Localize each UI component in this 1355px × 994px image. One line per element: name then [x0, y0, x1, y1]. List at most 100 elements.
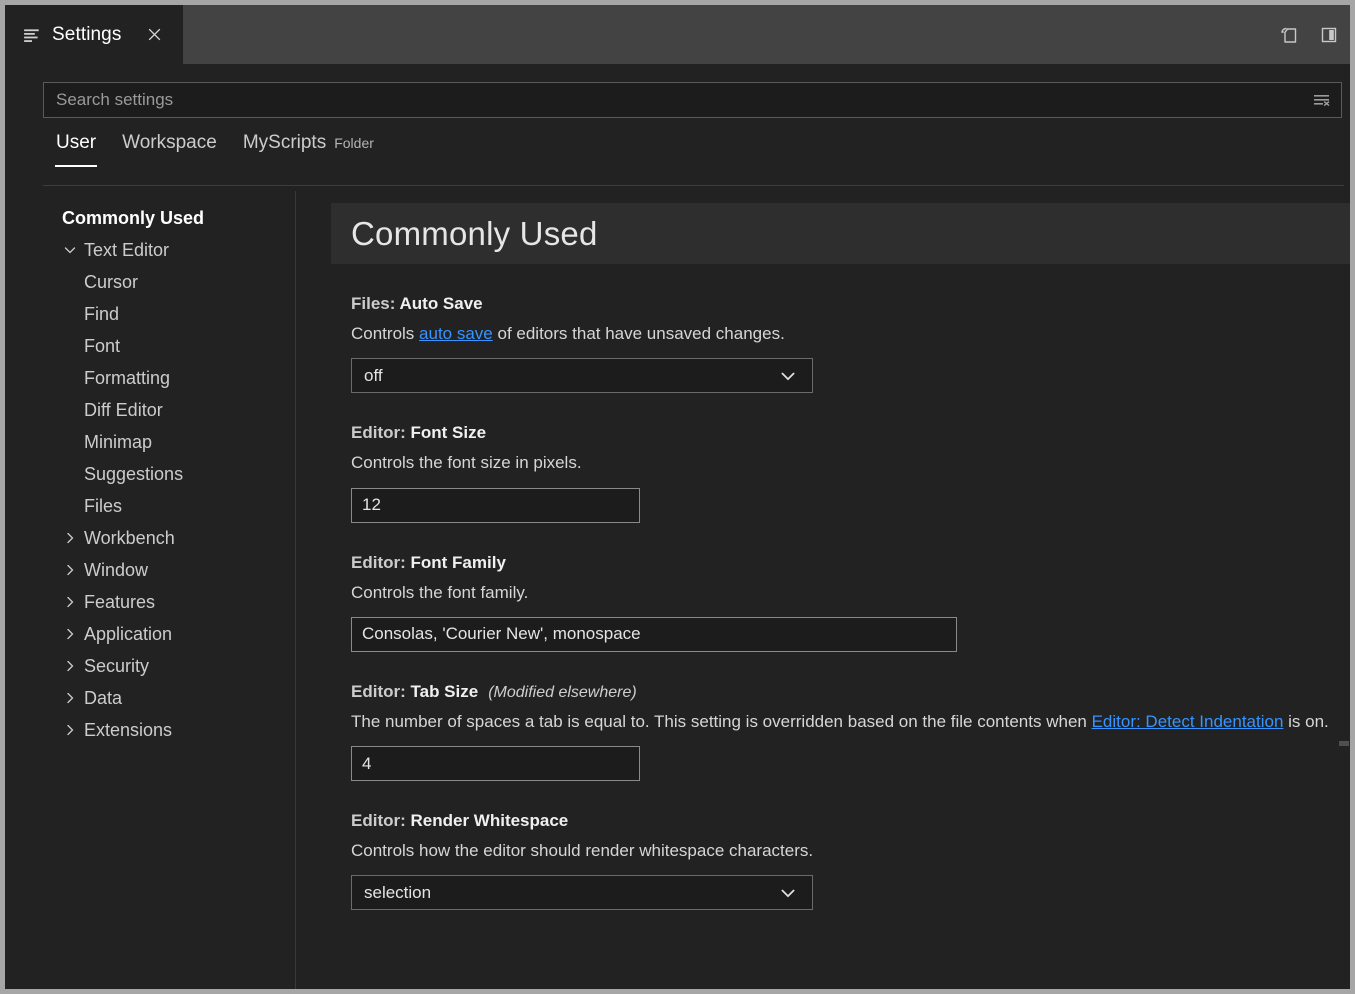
setting-label: Editor: Tab Size(Modified elsewhere)	[351, 682, 1350, 702]
setting-description: Controls how the editor should render wh…	[351, 840, 1350, 861]
chevron-right-icon[interactable]	[61, 625, 79, 643]
toc-item-text-editor[interactable]: Text Editor	[5, 234, 295, 266]
close-icon[interactable]	[143, 24, 165, 46]
render-whitespace-select[interactable]: selection	[351, 875, 813, 910]
tab-workspace-label: Workspace	[122, 132, 217, 154]
toc-item-extensions[interactable]: Extensions	[5, 714, 295, 746]
toc-item-workbench[interactable]: Workbench	[5, 522, 295, 554]
chevron-down-icon[interactable]	[61, 241, 79, 259]
chevron-right-icon[interactable]	[61, 561, 79, 579]
toc-label: Diff Editor	[84, 400, 163, 421]
toc-item-application[interactable]: Application	[5, 618, 295, 650]
chevron-right-icon[interactable]	[61, 593, 79, 611]
chevron-right-icon[interactable]	[61, 689, 79, 707]
toc-label: Data	[84, 688, 122, 709]
settings-body: Commonly Used Text Editor Cursor Find Fo…	[5, 191, 1350, 989]
font-size-input[interactable]	[351, 488, 640, 523]
setting-editor-render-whitespace: Editor: Render Whitespace Controls how t…	[297, 811, 1350, 910]
setting-description: Controls auto save of editors that have …	[351, 323, 1350, 344]
toc-item-diff-editor[interactable]: Diff Editor	[5, 394, 295, 426]
setting-editor-font-size: Editor: Font Size Controls the font size…	[297, 423, 1350, 522]
setting-label: Editor: Render Whitespace	[351, 811, 1350, 831]
settings-tab[interactable]: Settings	[5, 5, 183, 64]
settings-file-icon	[23, 26, 41, 44]
settings-search-box[interactable]	[43, 82, 1342, 118]
toc-label: Text Editor	[84, 240, 169, 261]
tab-size-input[interactable]	[351, 746, 640, 781]
chevron-right-icon[interactable]	[61, 657, 79, 675]
detect-indentation-link[interactable]: Editor: Detect Indentation	[1092, 712, 1284, 731]
tab-folder-label: MyScripts	[243, 132, 326, 154]
chevron-down-icon	[778, 883, 798, 903]
auto-save-value: off	[364, 366, 383, 386]
settings-group-header: Commonly Used	[331, 203, 1350, 264]
render-whitespace-value: selection	[364, 883, 431, 903]
toc-item-commonly-used[interactable]: Commonly Used	[5, 202, 295, 234]
search-input[interactable]	[44, 83, 1307, 117]
setting-name: Auto Save	[400, 294, 483, 313]
setting-name: Font Family	[411, 553, 506, 572]
toc-item-files[interactable]: Files	[5, 490, 295, 522]
toc-label: Commonly Used	[62, 208, 204, 229]
chevron-right-icon[interactable]	[61, 721, 79, 739]
desc-before: Controls	[351, 324, 419, 343]
settings-scrollbar[interactable]	[1339, 741, 1349, 746]
setting-description: Controls the font size in pixels.	[351, 452, 1350, 473]
tab-user-label: User	[56, 132, 96, 154]
setting-description: The number of spaces a tab is equal to. …	[351, 711, 1350, 732]
toc-label: Extensions	[84, 720, 172, 741]
open-settings-json-icon[interactable]	[1274, 20, 1304, 50]
settings-editor: Settings	[5, 5, 1350, 989]
setting-name: Render Whitespace	[411, 811, 569, 830]
toc-label: Minimap	[84, 432, 152, 453]
setting-name: Font Size	[411, 423, 487, 442]
toc-label: Workbench	[84, 528, 175, 549]
toc-item-window[interactable]: Window	[5, 554, 295, 586]
toc-label: Features	[84, 592, 155, 613]
toc-item-find[interactable]: Find	[5, 298, 295, 330]
tab-user[interactable]: User	[43, 130, 109, 166]
auto-save-link[interactable]: auto save	[419, 324, 493, 343]
setting-prefix: Files:	[351, 294, 400, 313]
setting-label: Editor: Font Family	[351, 553, 1350, 573]
toc-label: Security	[84, 656, 149, 677]
toc-item-security[interactable]: Security	[5, 650, 295, 682]
desc-after: of editors that have unsaved changes.	[493, 324, 785, 343]
setting-prefix: Editor:	[351, 682, 411, 701]
editor-actions	[1274, 5, 1350, 64]
clear-search-icon[interactable]	[1307, 85, 1337, 115]
desc-before: The number of spaces a tab is equal to. …	[351, 712, 1092, 731]
setting-prefix: Editor:	[351, 553, 411, 572]
modified-elsewhere-indicator: (Modified elsewhere)	[488, 684, 637, 701]
toc-label: Suggestions	[84, 464, 183, 485]
settings-list[interactable]: Commonly Used Files: Auto Save Controls …	[297, 191, 1350, 989]
setting-files-auto-save: Files: Auto Save Controls auto save of e…	[297, 294, 1350, 393]
font-family-input[interactable]	[351, 617, 957, 652]
split-editor-icon[interactable]	[1314, 20, 1344, 50]
toc-item-font[interactable]: Font	[5, 330, 295, 362]
setting-prefix: Editor:	[351, 811, 411, 830]
setting-editor-tab-size: Editor: Tab Size(Modified elsewhere) The…	[297, 682, 1350, 781]
toc-item-minimap[interactable]: Minimap	[5, 426, 295, 458]
toc-label: Application	[84, 624, 172, 645]
editor-tab-bar: Settings	[5, 5, 1350, 64]
toc-label: Window	[84, 560, 148, 581]
auto-save-select[interactable]: off	[351, 358, 813, 393]
tab-folder-myscripts[interactable]: MyScripts Folder	[230, 130, 387, 166]
tab-workspace[interactable]: Workspace	[109, 130, 230, 166]
tab-bar-empty-space	[183, 5, 1274, 64]
setting-label: Editor: Font Size	[351, 423, 1350, 443]
toc-item-cursor[interactable]: Cursor	[5, 266, 295, 298]
setting-prefix: Editor:	[351, 423, 411, 442]
toc-label: Cursor	[84, 272, 138, 293]
toc-item-features[interactable]: Features	[5, 586, 295, 618]
setting-editor-font-family: Editor: Font Family Controls the font fa…	[297, 553, 1350, 652]
toc-label: Files	[84, 496, 122, 517]
page-title: Commonly Used	[351, 215, 598, 253]
toc-item-data[interactable]: Data	[5, 682, 295, 714]
toc-item-suggestions[interactable]: Suggestions	[5, 458, 295, 490]
settings-scope-tabs: User Workspace MyScripts Folder	[5, 130, 1350, 185]
toc-item-formatting[interactable]: Formatting	[5, 362, 295, 394]
chevron-right-icon[interactable]	[61, 529, 79, 547]
desc-after: is on.	[1283, 712, 1328, 731]
